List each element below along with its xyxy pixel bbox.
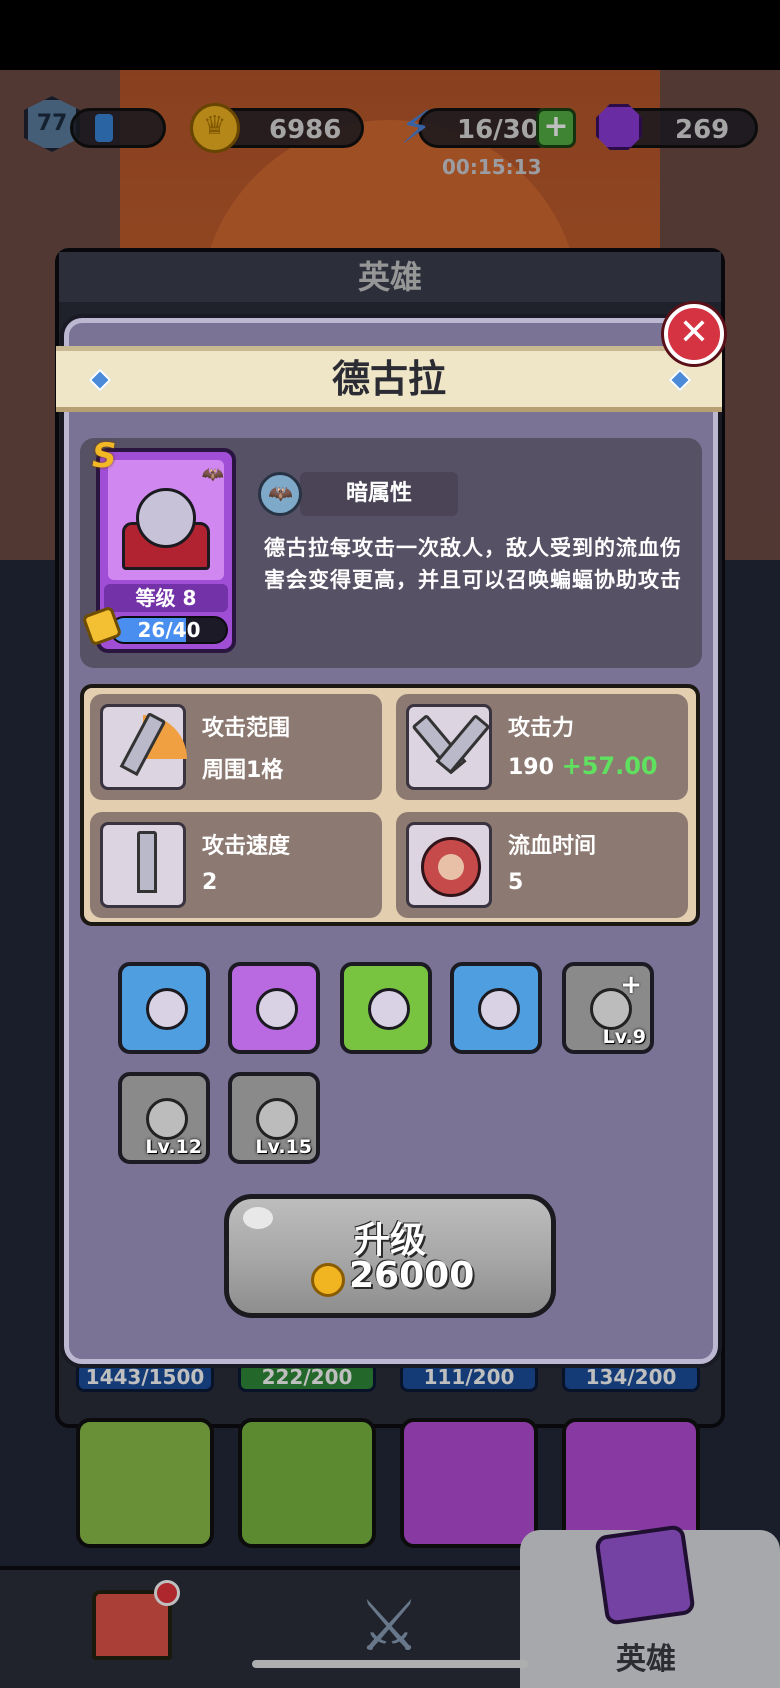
stat-bonus-value: +57.00 [561,752,658,780]
bleed-time-icon [406,822,492,908]
skill-icon [256,1098,298,1140]
stat-attack-speed: 攻击速度 2 [90,812,382,918]
stat-name: 攻击范围 [202,716,291,741]
bleeding-face-shape [421,837,481,897]
stat-base-value: 190 [508,755,554,780]
hero-rank: S [92,436,117,476]
skill-icon [368,988,410,1030]
stat-value: 5 [508,870,524,895]
skill-slot[interactable]: Lv.15 [228,1072,320,1164]
stat-attack-range: 攻击范围 周围1格 [90,694,382,800]
hero-stats-panel: 攻击范围 周围1格 攻击力 190 +57.00 攻击速度 2 流血时间 5 [80,684,700,926]
attack-power-icon [406,704,492,790]
close-button[interactable]: ✕ [664,304,724,364]
skill-unlock-level: Lv.15 [255,1136,312,1158]
stat-name: 流血时间 [508,834,597,859]
stat-name: 攻击力 [508,716,575,741]
skill-slot[interactable]: + Lv.9 [562,962,654,1054]
dark-attribute-icon [258,472,302,516]
sword-shape [137,831,157,893]
attack-speed-icon [100,822,186,908]
upgrade-button[interactable]: 升级 26000 [224,1194,556,1318]
vampire-face-icon [136,488,196,548]
hero-description: 德古拉每攻击一次敌人，敌人受到的流血伤害会变得更高，并且可以召唤蝙蝠协助攻击 [264,536,682,592]
gold-coin-icon [311,1263,345,1297]
skill-icon [146,988,188,1030]
stat-value: 190 +57.00 [508,752,658,780]
hero-fragment-bar: 26/40 [110,616,228,644]
stat-value: 周围1格 [202,758,284,783]
stat-bleed-time: 流血时间 5 [396,812,688,918]
upgrade-cost: 26000 [349,1255,475,1296]
skill-plus-icon: + [620,970,642,1000]
attack-range-icon [100,704,187,790]
skill-icon [146,1098,188,1140]
skill-icon [256,988,298,1030]
hero-level-label: 等级 8 [104,584,228,612]
bat-icon: 🦇 [201,464,224,485]
skill-slot[interactable] [118,962,210,1054]
stat-name: 攻击速度 [202,834,291,859]
skill-slot[interactable]: Lv.12 [118,1072,210,1164]
hero-attribute-label: 暗属性 [300,472,458,516]
skill-unlock-level: Lv.12 [145,1136,202,1158]
skill-unlock-level: Lv.9 [602,1026,646,1048]
skill-slot[interactable] [340,962,432,1054]
skill-icon [478,988,520,1030]
skill-slot[interactable] [228,962,320,1054]
dialog-title: 德古拉 [56,346,722,412]
stat-value: 2 [202,870,218,895]
stat-attack-power: 攻击力 190 +57.00 [396,694,688,800]
hero-fragment-count: 26/40 [137,618,201,642]
skill-slot[interactable] [450,962,542,1054]
